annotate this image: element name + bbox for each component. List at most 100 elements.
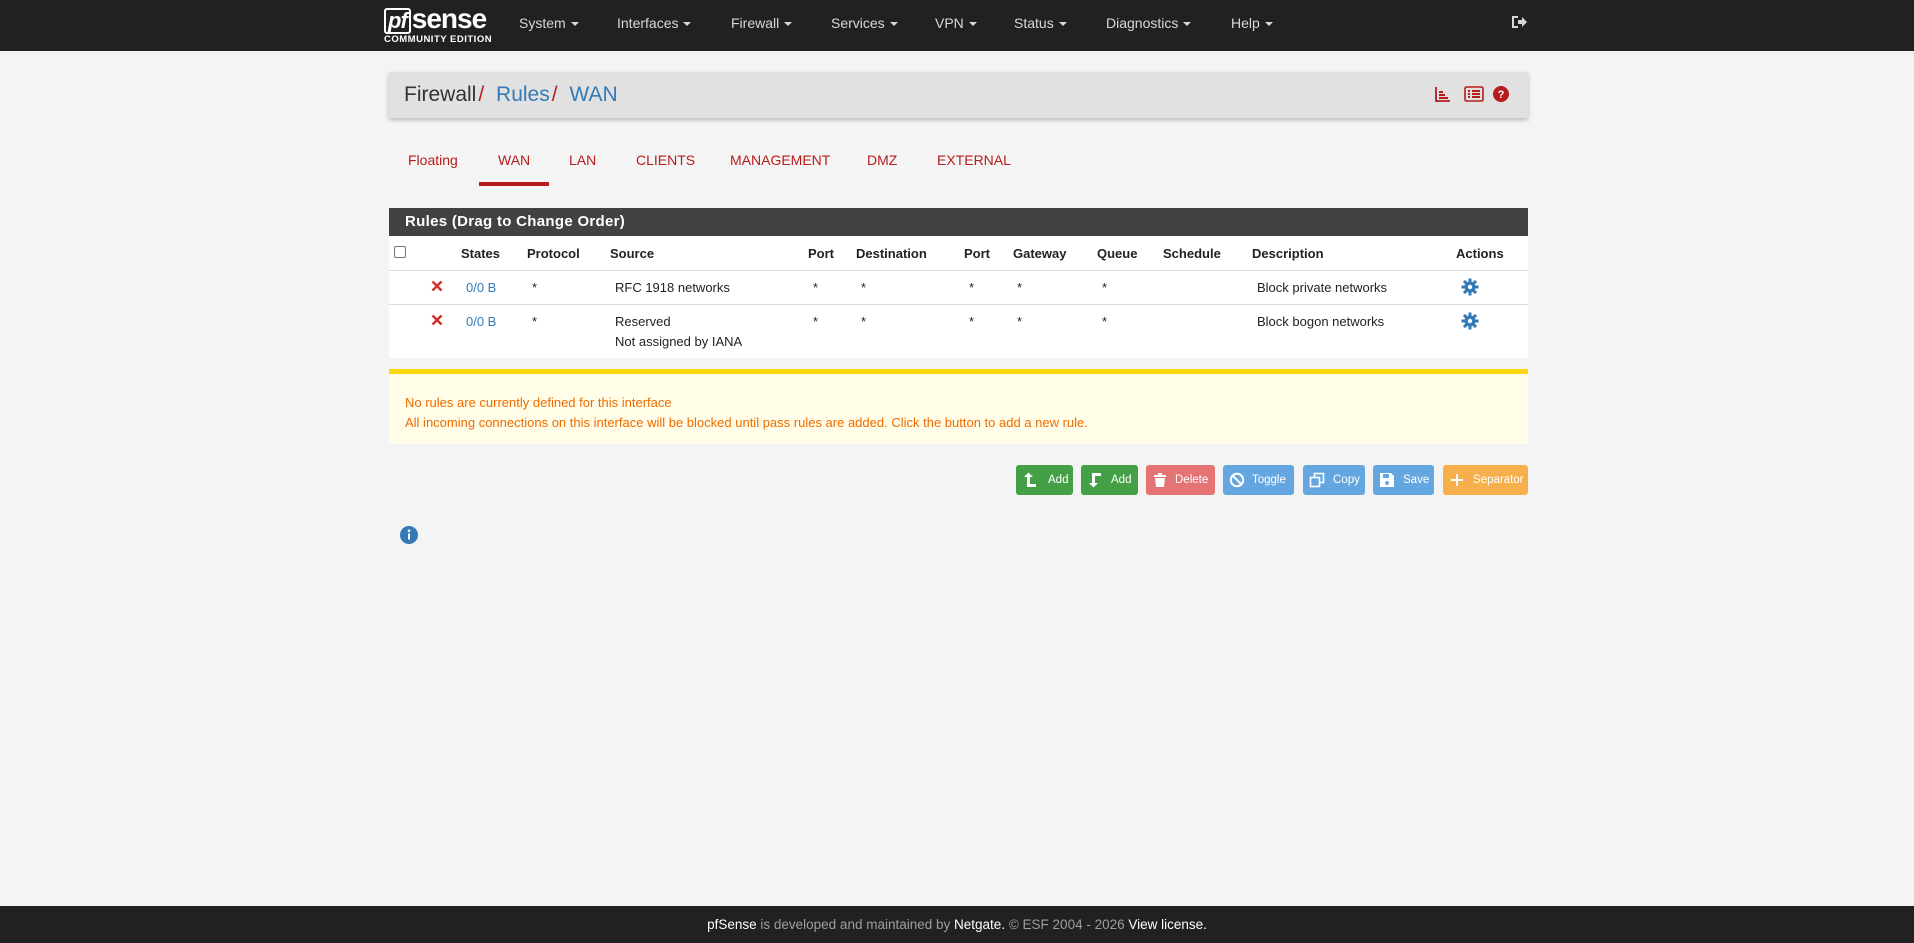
arrow-down-icon [1089,473,1101,488]
help-icon[interactable]: ? [1492,85,1510,103]
nav-interfaces[interactable]: Interfaces [617,15,692,31]
table-title: Rules (Drag to Change Order) [405,213,626,230]
save-button[interactable]: Save [1373,465,1434,495]
row-states-link[interactable]: 0/0 B [466,314,496,329]
row-src-port: * [813,314,819,329]
nav-diagnostics[interactable]: Diagnostics [1106,15,1192,31]
caret-down-icon [570,22,579,27]
chart-icon[interactable] [1434,85,1452,103]
nav-status[interactable]: Status [1014,15,1067,31]
col-actions: Actions [1456,246,1504,261]
row-source: RFC 1918 networks [615,280,730,295]
tab-external[interactable]: EXTERNAL [937,152,1011,168]
caret-down-icon [1183,22,1192,27]
trash-icon [1154,473,1166,487]
row-gateway: * [1017,280,1023,295]
row-queue: * [1102,280,1108,295]
col-destination-port[interactable]: Port [964,246,990,261]
gear-icon[interactable] [1461,278,1479,296]
col-states[interactable]: States [461,246,500,261]
button-label: Delete [1175,474,1209,486]
footer-license-link[interactable]: View license. [1128,917,1207,932]
toggle-button[interactable]: Toggle [1223,465,1294,495]
nav-firewall[interactable]: Firewall [731,15,793,31]
list-icon[interactable] [1464,85,1484,103]
top-navbar: pf sense COMMUNITY EDITION System Interfa… [0,0,1914,51]
select-all-checkbox[interactable] [394,246,406,258]
nav-vpn[interactable]: VPN [935,15,977,31]
tab-floating[interactable]: Floating [408,152,458,168]
caret-down-icon [968,22,977,27]
tab-dmz[interactable]: DMZ [867,152,897,168]
row-gateway: * [1017,314,1023,329]
button-label: Toggle [1252,474,1286,486]
plus-icon [1451,474,1463,486]
col-source-port[interactable]: Port [808,246,834,261]
button-label: Separator [1473,474,1524,486]
footer-company-link[interactable]: Netgate. [954,917,1005,932]
tab-clients[interactable]: CLIENTS [636,152,695,168]
breadcrumb-rules[interactable]: Rules [496,83,550,106]
row-dst-port: * [969,314,975,329]
col-queue[interactable]: Queue [1097,246,1137,261]
info-icon[interactable] [399,525,419,545]
breadcrumb-separator: / [551,83,558,106]
button-label: Add [1111,474,1132,486]
footer-text: is developed and maintained by [760,917,951,932]
block-x-icon[interactable] [431,280,443,292]
svg-text:?: ? [1498,89,1505,101]
block-x-icon[interactable] [431,314,443,326]
col-protocol[interactable]: Protocol [527,246,580,261]
nav-services[interactable]: Services [831,15,898,31]
row-dst-port: * [969,280,975,295]
tab-lan[interactable]: LAN [569,152,596,168]
logo-sense: sense [411,3,487,34]
ban-icon [1229,472,1245,488]
row-divider [389,304,1528,305]
active-tab-indicator [479,182,549,186]
warning-line2: All incoming connections on this interfa… [405,415,1088,430]
table-title-bar: Rules (Drag to Change Order) [389,208,1528,236]
col-source[interactable]: Source [610,246,654,261]
tab-wan[interactable]: WAN [498,152,530,168]
footer-brand-link[interactable]: pfSense [707,917,757,932]
pfsense-logo[interactable]: pf sense COMMUNITY EDITION [384,5,494,47]
row-description: Block private networks [1257,280,1388,295]
caret-down-icon [889,22,898,27]
row-states-link[interactable]: 0/0 B [466,280,496,295]
tab-management[interactable]: MANAGEMENT [730,152,830,168]
row-description: Block bogon networks [1257,314,1385,329]
breadcrumb-separator: / [478,83,485,106]
breadcrumb-panel: Firewall/ Rules/ WAN ? [389,72,1528,118]
col-destination[interactable]: Destination [856,246,927,261]
logout-icon[interactable] [1510,13,1528,31]
add-top-button[interactable]: Add [1016,465,1073,495]
caret-down-icon [1264,22,1273,27]
save-icon [1380,473,1394,487]
separator-button[interactable]: Separator [1443,465,1528,495]
copy-button[interactable]: Copy [1303,465,1365,495]
breadcrumb-firewall: Firewall [404,83,477,106]
button-label: Save [1403,474,1430,486]
col-schedule[interactable]: Schedule [1163,246,1221,261]
nav-label: VPN [935,15,964,31]
row-protocol: * [532,314,538,329]
row-destination: * [861,280,867,295]
row-protocol: * [532,280,538,295]
nav-system[interactable]: System [519,15,579,31]
add-bottom-button[interactable]: Add [1081,465,1138,495]
breadcrumb: Firewall/ Rules/ WAN [404,83,618,107]
warning-line1: No rules are currently defined for this … [405,395,672,410]
gear-icon[interactable] [1461,312,1479,330]
nav-help[interactable]: Help [1231,15,1273,31]
logo-pf: pf [384,8,411,34]
button-label: Add [1048,474,1069,486]
row-src-port: * [813,280,819,295]
col-description[interactable]: Description [1252,246,1324,261]
delete-button[interactable]: Delete [1146,465,1215,495]
col-gateway[interactable]: Gateway [1013,246,1066,261]
nav-label: Services [831,15,885,31]
nav-label: System [519,15,566,31]
breadcrumb-wan[interactable]: WAN [569,83,617,106]
row-source-detail: Not assigned by IANA [615,334,743,349]
